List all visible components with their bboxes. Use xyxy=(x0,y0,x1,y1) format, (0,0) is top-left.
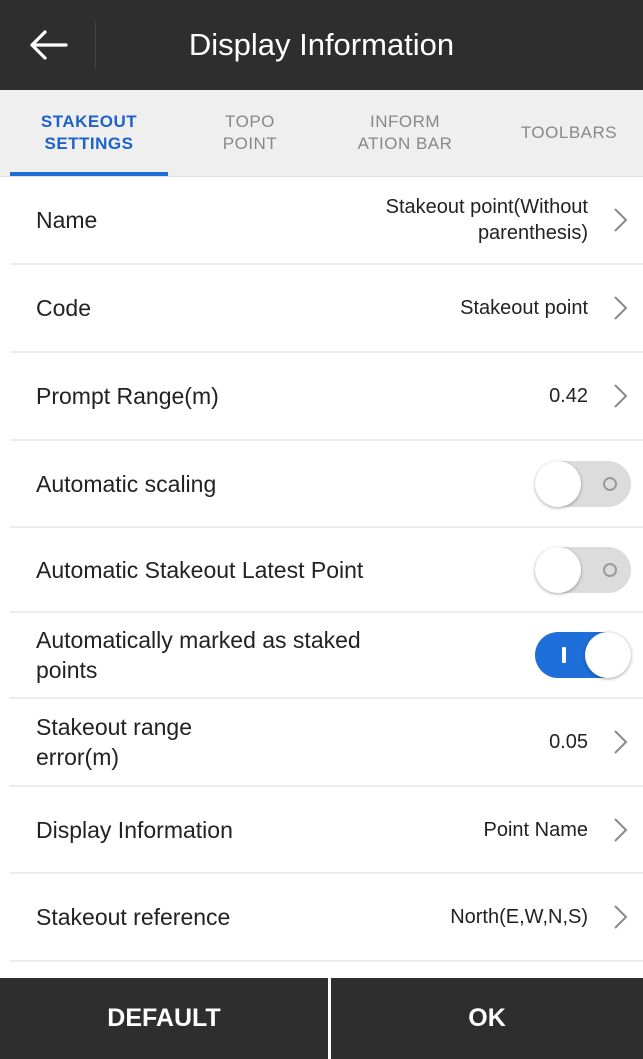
settings-list: Name Stakeout point(Without parenthesis)… xyxy=(10,177,643,962)
setting-row-auto-marked-staked: Automatically marked as staked points xyxy=(10,613,643,699)
setting-value: 0.05 xyxy=(549,731,588,753)
footer-bar: DEFAULT OK xyxy=(0,978,643,1059)
back-button[interactable] xyxy=(0,0,95,90)
toggle-knob xyxy=(585,632,631,678)
setting-row-name[interactable]: Name Stakeout point(Without parenthesis) xyxy=(10,177,643,265)
tab-label-line1: STAKEOUT xyxy=(40,112,138,131)
setting-value-line2: parenthesis) xyxy=(477,222,588,244)
setting-value: Point Name xyxy=(483,818,589,841)
setting-label: Stakeout range error(m) xyxy=(36,712,192,772)
tab-label-line1: TOOLBARS xyxy=(520,123,618,142)
setting-label-line2: error(m) xyxy=(36,744,120,770)
tab-toolbars[interactable]: TOOLBARS xyxy=(495,90,643,176)
tab-label-line1: INFORM xyxy=(369,112,441,131)
setting-value-line1: Stakeout point(Without xyxy=(385,196,588,218)
setting-value: 0.42 xyxy=(549,385,588,407)
setting-label: Stakeout reference xyxy=(36,904,231,930)
page-title: Display Information xyxy=(188,27,455,62)
setting-row-stakeout-reference[interactable]: Stakeout reference North(E,W,N,S) xyxy=(10,874,643,962)
setting-value: Stakeout point(Without parenthesis) xyxy=(386,194,588,246)
tab-bar: STAKEOUT SETTINGS TOPO POINT INFORM ATIO… xyxy=(0,90,643,177)
setting-label-line1: Stakeout range xyxy=(36,714,193,740)
tab-label-line2: SETTINGS xyxy=(44,134,134,153)
auto-marked-staked-toggle[interactable] xyxy=(535,632,631,678)
setting-row-code[interactable]: Code Stakeout point xyxy=(10,265,643,353)
chevron-right-icon xyxy=(614,905,628,929)
toggle-off-mark xyxy=(603,562,617,577)
tab-label-line2: ATION BAR xyxy=(357,134,453,153)
setting-row-prompt-range[interactable]: Prompt Range(m) 0.42 xyxy=(10,353,643,441)
setting-row-range-error[interactable]: Stakeout range error(m) 0.05 xyxy=(10,699,643,787)
setting-label: Automatic scaling xyxy=(36,470,217,497)
automatic-scaling-toggle[interactable] xyxy=(535,460,631,507)
toggle-on-mark xyxy=(562,647,566,663)
default-button[interactable]: DEFAULT xyxy=(0,978,328,1059)
tab-topo-point[interactable]: TOPO POINT xyxy=(175,90,325,176)
setting-label: Prompt Range(m) xyxy=(36,383,219,409)
tab-stakeout-settings[interactable]: STAKEOUT SETTINGS xyxy=(10,90,168,176)
setting-label: Display Information xyxy=(36,816,233,843)
setting-row-automatic-stakeout-latest: Automatic Stakeout Latest Point xyxy=(10,528,643,613)
setting-label: Automatically marked as staked points xyxy=(36,625,361,685)
arrow-left-icon xyxy=(29,30,68,60)
chevron-right-icon xyxy=(614,730,628,754)
title-bar: Display Information xyxy=(0,0,643,90)
chevron-right-icon xyxy=(614,296,628,320)
toggle-knob xyxy=(535,546,581,593)
setting-label: Name xyxy=(36,207,98,233)
setting-value: Stakeout point xyxy=(460,297,588,319)
chevron-right-icon xyxy=(614,384,628,408)
tab-label-line2: POINT xyxy=(222,134,278,153)
chevron-right-icon xyxy=(614,208,628,232)
active-tab-indicator xyxy=(10,172,168,176)
setting-label: Automatic Stakeout Latest Point xyxy=(36,556,364,583)
setting-label-line1: Automatically marked as staked xyxy=(36,627,361,653)
setting-label-line2: points xyxy=(36,657,98,683)
automatic-latest-point-toggle[interactable] xyxy=(535,546,631,593)
ok-button[interactable]: OK xyxy=(331,978,643,1059)
setting-row-display-information[interactable]: Display Information Point Name xyxy=(10,787,643,874)
toggle-knob xyxy=(535,460,581,507)
setting-row-automatic-scaling: Automatic scaling xyxy=(10,441,643,528)
setting-value: North(E,W,N,S) xyxy=(450,906,588,928)
tab-information-bar[interactable]: INFORM ATION BAR xyxy=(330,90,480,176)
chevron-right-icon xyxy=(614,817,628,842)
tab-label-line1: TOPO xyxy=(225,112,275,131)
setting-label: Code xyxy=(36,295,91,321)
toggle-off-mark xyxy=(603,476,617,491)
